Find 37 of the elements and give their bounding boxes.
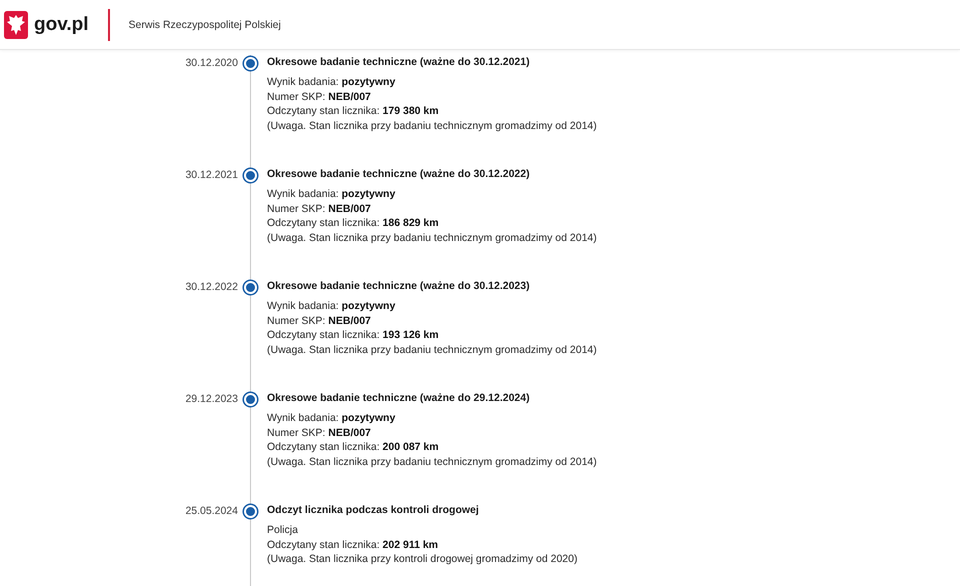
- event-detail: Wynik badania: pozytywny: [267, 411, 396, 426]
- event-title: Odczyt licznika podczas kontroli drogowej: [267, 503, 480, 518]
- timeline-dot: [244, 57, 257, 70]
- event-detail: (Uwaga. Stan licznika przy badaniu technicznym gromadzimy od 2014): [267, 118, 598, 134]
- event-date: 30.12.2022: [185, 280, 238, 294]
- event-detail: Numer SKP: NEB/007: [267, 90, 372, 104]
- event-detail: (Uwaga. Stan licznika przy badaniu technicznym gromadzimy od 2014): [267, 230, 598, 246]
- event-date: 25.05.2024: [185, 504, 238, 518]
- event-detail: Odczytany stan licznika: 200 087 km: [267, 440, 440, 455]
- event-detail: Odczytany stan licznika: 186 829 km: [267, 216, 440, 231]
- service-name: Serwis Rzeczypospolitej Polskiej: [128, 18, 281, 30]
- emblem-icon: [4, 10, 28, 38]
- event-title: Okresowe badanie techniczne (ważne do 30.12.2023): [267, 279, 531, 294]
- event-detail: Wynik badania: pozytywny: [267, 75, 396, 90]
- event-title: Okresowe badanie techniczne (ważne do 30.12.2022): [267, 167, 531, 182]
- event-title: Okresowe badanie techniczne (ważne do 30.12.2021): [267, 55, 531, 70]
- event-detail: (Uwaga. Stan licznika przy badaniu technicznym gromadzimy od 2014): [267, 454, 598, 470]
- event-date: 30.12.2020: [185, 56, 238, 70]
- event-detail: Odczytany stan licznika: 193 126 km: [267, 328, 440, 343]
- event-detail: (Uwaga. Stan licznika przy kontroli drogowej gromadzimy od 2020): [267, 552, 578, 567]
- event-date: 30.12.2021: [185, 168, 238, 182]
- event-detail: Wynik badania: pozytywny: [267, 187, 396, 202]
- event-detail: (Uwaga. Stan licznika przy badaniu technicznym gromadzimy od 2014): [267, 342, 598, 358]
- event-detail: Odczytany stan licznika: 202 911 km: [267, 538, 440, 552]
- event-detail: Numer SKP: NEB/007: [267, 314, 372, 328]
- event-detail: Policja: [267, 523, 299, 538]
- timeline-dot: [244, 281, 257, 294]
- timeline-dot: [244, 505, 257, 518]
- timeline-dot: [244, 393, 257, 406]
- event-date: 29.12.2023: [185, 392, 238, 406]
- event-detail: Numer SKP: NEB/007: [267, 426, 372, 440]
- event-title: Okresowe badanie techniczne (ważne do 29.12.2024): [267, 391, 531, 406]
- event-detail: Odczytany stan licznika: 179 380 km: [267, 104, 440, 119]
- timeline-dot: [244, 169, 257, 182]
- event-detail: Numer SKP: NEB/007: [267, 202, 372, 216]
- event-detail: Wynik badania: pozytywny: [267, 299, 396, 314]
- logo-text[interactable]: gov.pl: [34, 14, 89, 36]
